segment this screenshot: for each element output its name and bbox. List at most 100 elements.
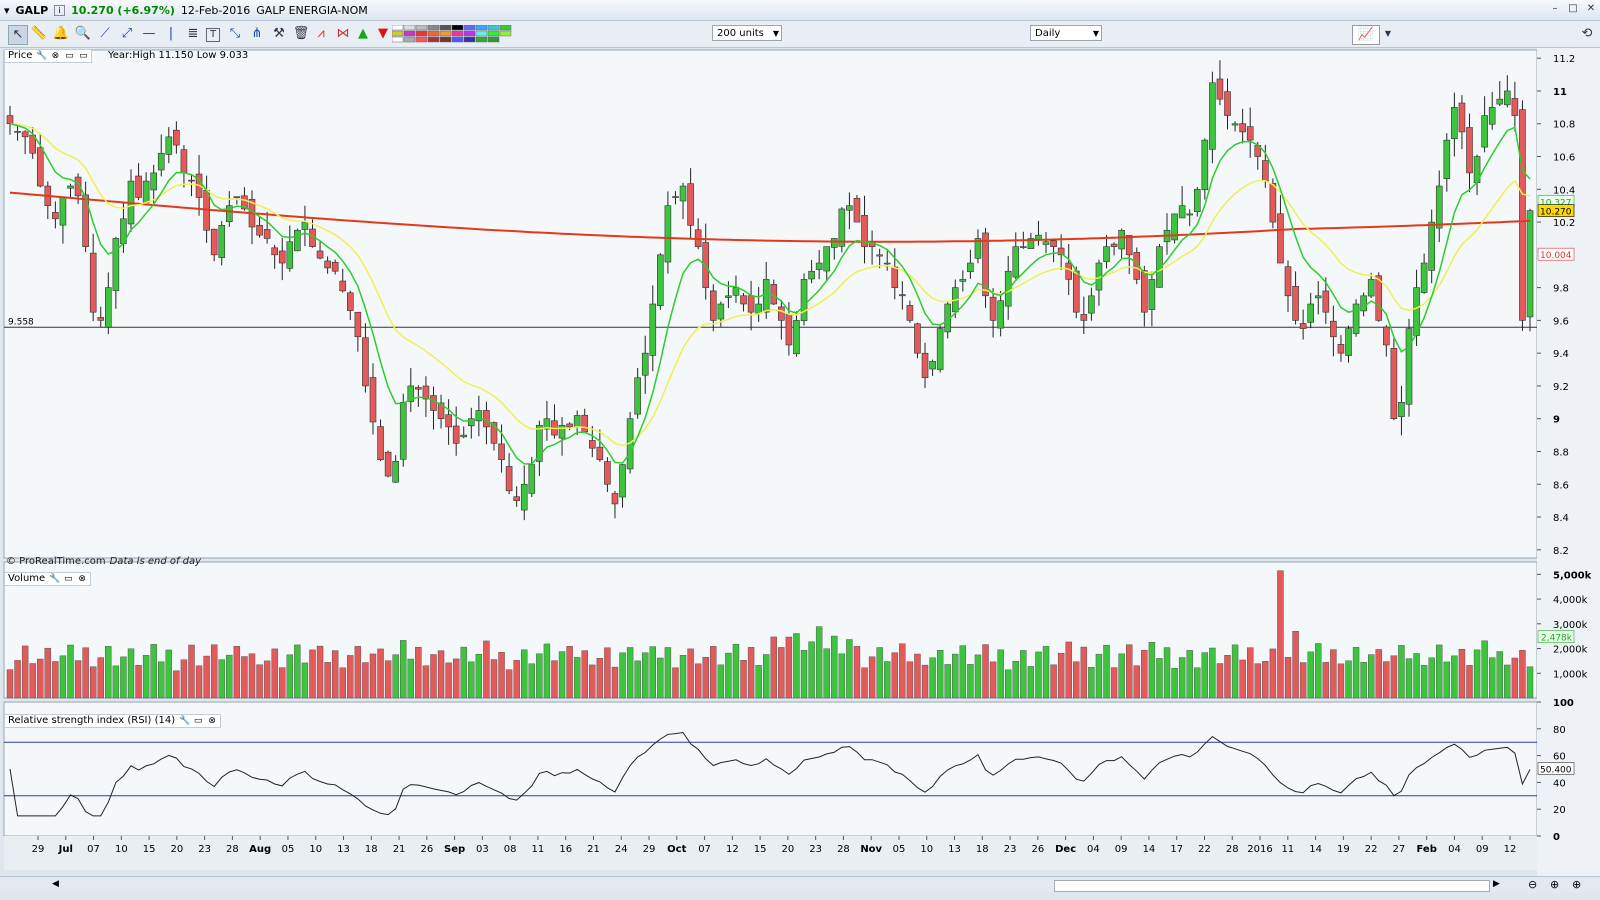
- palette-swatch[interactable]: [487, 30, 500, 37]
- candle[interactable]: [1352, 299, 1360, 337]
- volume-bar[interactable]: [1330, 649, 1337, 699]
- volume-bar[interactable]: [1186, 650, 1193, 699]
- fibonacci-icon[interactable]: ≣: [184, 25, 202, 43]
- volume-bar[interactable]: [218, 659, 225, 699]
- window-icon[interactable]: ▭: [64, 51, 74, 61]
- volume-bar[interactable]: [248, 653, 256, 699]
- volume-bar[interactable]: [846, 639, 853, 699]
- palette-swatch[interactable]: [403, 25, 416, 31]
- candle[interactable]: [1526, 208, 1534, 332]
- volume-bar[interactable]: [1246, 647, 1254, 699]
- candle[interactable]: [838, 207, 846, 253]
- volume-bar[interactable]: [1012, 661, 1019, 699]
- volume-bar[interactable]: [823, 648, 830, 699]
- volume-bar[interactable]: [1156, 658, 1163, 699]
- ticker-symbol[interactable]: GALP: [16, 4, 49, 17]
- volume-bar[interactable]: [203, 655, 210, 699]
- close-panel-icon[interactable]: ⊗: [77, 574, 87, 584]
- indicators-dropdown-icon[interactable]: ▼: [1379, 25, 1397, 43]
- volume-bar[interactable]: [1095, 653, 1103, 699]
- volume-bar[interactable]: [180, 659, 188, 699]
- volume-bar[interactable]: [687, 648, 694, 699]
- volume-bar[interactable]: [929, 657, 936, 699]
- volume-bar[interactable]: [400, 640, 407, 699]
- scroll-left-icon[interactable]: ◀: [52, 879, 59, 889]
- volume-bar[interactable]: [558, 651, 566, 699]
- palette-swatch[interactable]: [415, 36, 428, 43]
- chart-area[interactable]: 11.2 11 10.8 10.6 10.4 10.2 9.8 9.6 9.4 9.2 9 8.8 8.…: [0, 48, 1600, 876]
- volume-bar[interactable]: [21, 645, 29, 699]
- palette-swatch[interactable]: [475, 36, 488, 43]
- volume-bar[interactable]: [1163, 647, 1171, 699]
- volume-bar[interactable]: [437, 650, 445, 699]
- alarm-icon[interactable]: 🔔: [52, 25, 70, 43]
- window-icon[interactable]: ▭: [78, 51, 88, 61]
- volume-bar[interactable]: [498, 651, 505, 699]
- volume-bar[interactable]: [316, 645, 324, 699]
- units-select[interactable]: 200 units ▼: [712, 25, 782, 41]
- volume-bar[interactable]: [1367, 654, 1375, 699]
- palette-swatch[interactable]: [463, 30, 476, 37]
- volume-bar[interactable]: [793, 633, 800, 699]
- volume-bar[interactable]: [324, 662, 331, 699]
- volume-bar[interactable]: [1050, 664, 1057, 699]
- volume-bar[interactable]: [362, 662, 369, 699]
- volume-bar[interactable]: [1352, 647, 1360, 699]
- volume-bar[interactable]: [294, 644, 301, 699]
- ray-icon[interactable]: ⤢: [118, 25, 136, 43]
- volume-bar[interactable]: [354, 646, 362, 699]
- volume-bar[interactable]: [604, 647, 611, 699]
- wrench-icon[interactable]: 🔧: [36, 51, 47, 61]
- volume-bar[interactable]: [127, 648, 135, 699]
- volume-bar[interactable]: [831, 635, 838, 699]
- volume-bar[interactable]: [664, 647, 672, 699]
- palette-swatch[interactable]: [415, 30, 428, 37]
- volume-bar[interactable]: [876, 647, 883, 699]
- volume-bar[interactable]: [763, 654, 770, 699]
- volume-bar[interactable]: [1307, 651, 1314, 699]
- volume-bar[interactable]: [914, 653, 921, 699]
- volume-bar[interactable]: [1398, 645, 1405, 699]
- volume-bar[interactable]: [694, 663, 702, 699]
- volume-bar[interactable]: [241, 656, 248, 699]
- channel-icon[interactable]: ⤡: [226, 25, 244, 43]
- volume-bar[interactable]: [1073, 661, 1080, 699]
- volume-bar[interactable]: [747, 647, 755, 699]
- palette-swatch[interactable]: [392, 30, 404, 37]
- volume-bar[interactable]: [430, 654, 437, 699]
- volume-bar[interactable]: [1126, 644, 1133, 699]
- candle[interactable]: [1405, 318, 1413, 417]
- wrench-icon[interactable]: 🔧: [49, 574, 60, 584]
- palette-swatch[interactable]: [475, 25, 488, 31]
- volume-bar[interactable]: [505, 669, 513, 699]
- volume-bar[interactable]: [377, 648, 384, 699]
- volume-bar[interactable]: [1360, 662, 1367, 699]
- volume-bar[interactable]: [407, 658, 414, 699]
- palette-swatch[interactable]: [463, 36, 476, 43]
- volume-bar[interactable]: [921, 664, 929, 699]
- close-icon[interactable]: ✕: [1584, 3, 1598, 15]
- volume-bar[interactable]: [173, 670, 180, 699]
- volume-bar[interactable]: [1390, 655, 1398, 699]
- volume-bar[interactable]: [1042, 646, 1050, 699]
- volume-bar[interactable]: [1262, 661, 1269, 699]
- wrench-icon[interactable]: 🔧: [179, 716, 190, 726]
- volume-bar[interactable]: [233, 646, 241, 699]
- volume-bar[interactable]: [256, 664, 263, 699]
- zoom-in-icon[interactable]: ⊕: [1550, 878, 1559, 891]
- volume-bar[interactable]: [1254, 663, 1261, 699]
- volume-bar[interactable]: [528, 663, 535, 699]
- volume-bar[interactable]: [475, 653, 483, 699]
- volume-bar[interactable]: [271, 648, 278, 699]
- volume-bar[interactable]: [1224, 655, 1231, 699]
- volume-bar[interactable]: [1027, 666, 1035, 699]
- volume-bar[interactable]: [384, 660, 392, 699]
- volume-bar[interactable]: [468, 661, 475, 699]
- volume-bar[interactable]: [1436, 644, 1443, 699]
- volume-bar[interactable]: [785, 636, 793, 699]
- maximize-icon[interactable]: □: [1566, 3, 1580, 15]
- volume-bar[interactable]: [1428, 657, 1435, 699]
- volume-bar[interactable]: [1466, 665, 1473, 699]
- volume-bar[interactable]: [44, 647, 52, 699]
- volume-bar[interactable]: [596, 658, 604, 699]
